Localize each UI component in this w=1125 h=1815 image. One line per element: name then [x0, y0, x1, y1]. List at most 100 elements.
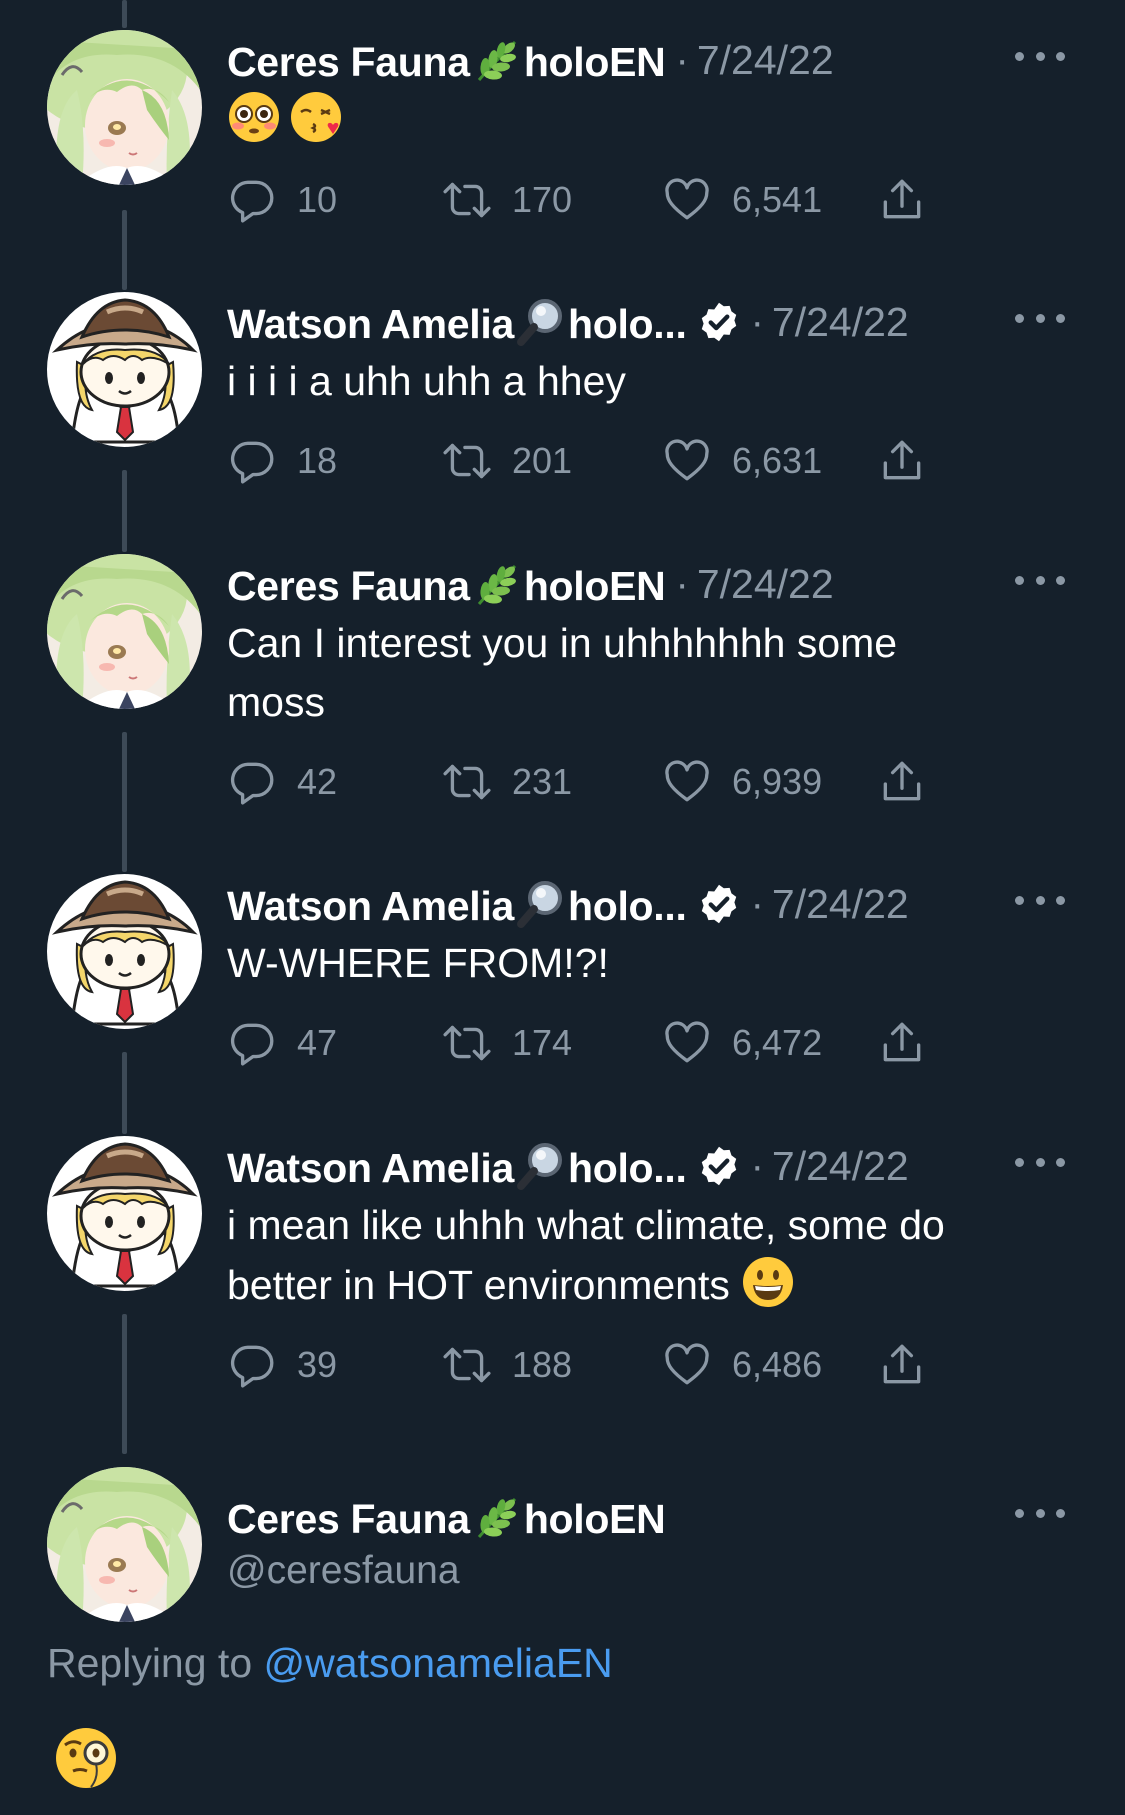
separator-dot: · — [750, 1143, 764, 1188]
like-count: 6,631 — [732, 440, 823, 481]
tweet-text: i mean like uhhh what climate, some do b… — [227, 1196, 1065, 1315]
more-options-icon[interactable] — [1015, 1493, 1065, 1533]
retweet-button[interactable]: 170 — [442, 170, 572, 230]
magnifying-glass-icon — [515, 296, 567, 348]
retweet-icon — [442, 757, 492, 807]
retweet-count: 188 — [512, 1344, 573, 1385]
thread-line — [122, 470, 127, 552]
herb-icon — [471, 1491, 523, 1543]
share-button[interactable] — [877, 752, 927, 812]
thread-line — [122, 1314, 127, 1454]
thread-line — [122, 1052, 127, 1134]
share-button[interactable] — [877, 1013, 927, 1073]
author-name[interactable]: Watson Amelia holo... — [227, 1140, 687, 1192]
heart-icon — [662, 175, 712, 225]
share-icon — [877, 757, 927, 807]
tweet-text: Can I interest you in uhhhhhhh some moss — [227, 614, 1065, 732]
tweet-date[interactable]: 7/24/22 — [772, 881, 909, 928]
replying-prefix: Replying to — [47, 1640, 264, 1686]
heart-icon — [662, 436, 712, 486]
author-name[interactable]: Ceres Fauna holoEN — [227, 558, 666, 610]
thread-line — [122, 0, 127, 28]
retweet-count: 170 — [512, 179, 573, 220]
separator-dot: · — [750, 299, 764, 344]
more-options-icon[interactable] — [1015, 1142, 1065, 1182]
separator-dot: · — [675, 561, 689, 606]
tweet-date[interactable]: 7/24/22 — [772, 299, 909, 346]
tweet-text: W-WHERE FROM!?! — [227, 940, 609, 986]
more-options-icon[interactable] — [1015, 36, 1065, 76]
author-name[interactable]: Watson Amelia holo... — [227, 878, 687, 930]
tweet-text-line: Can I interest you in uhhhhhhh some — [227, 620, 898, 666]
retweet-icon — [442, 436, 492, 486]
retweet-button[interactable]: 174 — [442, 1013, 572, 1073]
grinning-face-emoji — [741, 1255, 795, 1309]
avatar[interactable] — [47, 554, 202, 709]
retweet-count: 231 — [512, 761, 573, 802]
herb-icon — [471, 34, 523, 86]
more-options-icon[interactable] — [1015, 298, 1065, 338]
author-name[interactable]: Watson Amelia holo... — [227, 296, 687, 348]
heart-icon — [662, 1018, 712, 1068]
like-button[interactable]: 6,541 — [662, 170, 822, 230]
face-blowing-kiss-emoji — [289, 90, 343, 144]
thread-line — [122, 732, 127, 872]
avatar[interactable] — [47, 292, 202, 447]
share-icon — [877, 175, 927, 225]
reply-count: 39 — [297, 1344, 338, 1385]
tweet-text — [227, 90, 1065, 150]
reply-button[interactable]: 42 — [227, 752, 337, 812]
retweet-button[interactable]: 188 — [442, 1335, 572, 1395]
share-button[interactable] — [877, 431, 927, 491]
magnifying-glass-icon — [515, 1140, 567, 1192]
retweet-count: 174 — [512, 1022, 573, 1063]
reply-icon — [227, 436, 277, 486]
reply-count: 42 — [297, 761, 338, 802]
tweet-thread: Ceres Fauna holoEN · 7/24/22 10 170 6,541… — [0, 0, 1125, 1815]
flushed-face-emoji — [227, 90, 281, 144]
avatar[interactable] — [47, 874, 202, 1029]
like-button[interactable]: 6,486 — [662, 1335, 822, 1395]
reply-icon — [227, 1018, 277, 1068]
tweet-text: i i i i a uhh uhh a hhey — [227, 358, 626, 404]
more-options-icon[interactable] — [1015, 560, 1065, 600]
like-button[interactable]: 6,939 — [662, 752, 822, 812]
reply-icon — [227, 175, 277, 225]
share-icon — [877, 436, 927, 486]
retweet-button[interactable]: 231 — [442, 752, 572, 812]
author-handle[interactable]: @ceresfauna — [227, 1549, 1065, 1593]
tweet-actions: 39 188 6,486 — [227, 1335, 1065, 1395]
reply-button[interactable]: 39 — [227, 1335, 337, 1395]
tweet-text-line: i mean like uhhh what climate, some do — [227, 1202, 945, 1248]
tweet-date[interactable]: 7/24/22 — [772, 1143, 909, 1190]
retweet-button[interactable]: 201 — [442, 431, 572, 491]
tweet-actions: 18 201 6,631 — [227, 431, 1065, 491]
reply-count: 47 — [297, 1022, 338, 1063]
mention-link[interactable]: @watsonameliaEN — [264, 1640, 613, 1686]
separator-dot: · — [675, 37, 689, 82]
reply-button[interactable]: 47 — [227, 1013, 337, 1073]
more-options-icon[interactable] — [1015, 880, 1065, 920]
tweet-actions: 42 231 6,939 — [227, 752, 1065, 812]
reply-count: 18 — [297, 440, 338, 481]
avatar[interactable] — [47, 1136, 202, 1291]
like-button[interactable]: 6,631 — [662, 431, 822, 491]
share-button[interactable] — [877, 1335, 927, 1395]
thread-line — [122, 210, 127, 290]
like-button[interactable]: 6,472 — [662, 1013, 822, 1073]
tweet-date[interactable]: 7/24/22 — [697, 561, 834, 608]
reply-icon — [227, 757, 277, 807]
avatar[interactable] — [47, 1467, 202, 1622]
reply-button[interactable]: 18 — [227, 431, 337, 491]
retweet-icon — [442, 1340, 492, 1390]
retweet-icon — [442, 175, 492, 225]
tweet-text-line: better in HOT environments — [227, 1262, 730, 1308]
share-button[interactable] — [877, 170, 927, 230]
reply-button[interactable]: 10 — [227, 170, 337, 230]
avatar[interactable] — [47, 30, 202, 185]
heart-icon — [662, 1340, 712, 1390]
tweet-date[interactable]: 7/24/22 — [697, 37, 834, 84]
author-name[interactable]: Ceres Fauna holoEN — [227, 1491, 666, 1543]
author-name[interactable]: Ceres Fauna holoEN — [227, 34, 666, 86]
like-count: 6,486 — [732, 1344, 823, 1385]
